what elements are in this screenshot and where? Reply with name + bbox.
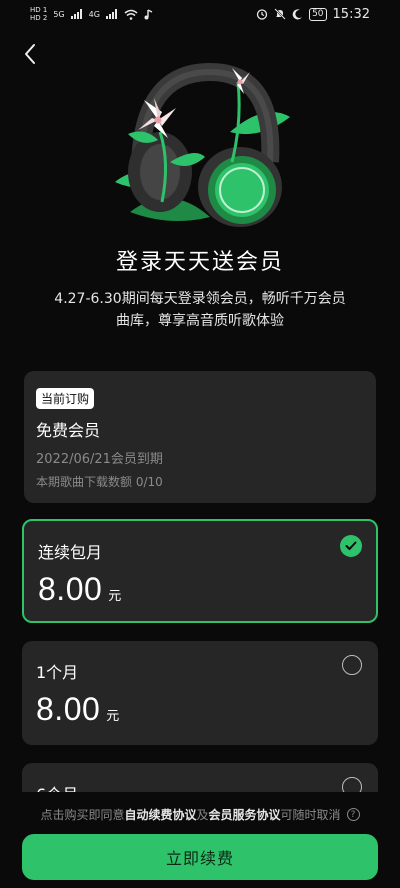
wifi-icon xyxy=(124,9,138,20)
battery-indicator: 50 xyxy=(309,7,327,21)
current-subscription-card: 当前订购 免费会员 2022/06/21会员到期 本期歌曲下载数额 0/10 xyxy=(24,371,376,503)
status-right: 50 15:32 xyxy=(256,7,370,22)
signal-bars-2-icon xyxy=(105,9,117,19)
signal-4g-label: 4G xyxy=(88,9,100,19)
alarm-icon xyxy=(256,9,268,20)
service-agreement-link[interactable]: 会员服务协议 xyxy=(209,806,281,823)
signal-bars-icon xyxy=(70,9,82,19)
back-button[interactable] xyxy=(16,40,44,68)
signal-5g-label: 5G xyxy=(53,9,65,19)
current-badge: 当前订购 xyxy=(36,388,95,409)
plan-name: 连续包月 xyxy=(38,543,103,562)
help-icon[interactable]: ? xyxy=(346,808,360,821)
agreement-suffix: 可随时取消 xyxy=(280,808,341,822)
page-description: 4.27-6.30期间每天登录领会员，畅听千万会员曲库，尊享高音质听歌体验 xyxy=(54,291,346,329)
footer: 点击购买即同意 自动续费协议 及 会员服务协议 可随时取消 ? 立即续费 xyxy=(0,792,400,888)
renew-now-button[interactable]: 立即续费 xyxy=(22,834,378,880)
price-value: 8.00 xyxy=(36,691,101,727)
mute-icon xyxy=(274,8,286,20)
price-unit: 元 xyxy=(106,709,120,724)
checkmark-icon xyxy=(340,535,362,557)
plan-option-monthly-auto[interactable]: 连续包月 8.00 元 xyxy=(22,519,378,623)
chevron-left-icon xyxy=(25,44,35,64)
hd-1-label: HD 1 xyxy=(30,6,48,14)
price-unit: 元 xyxy=(108,589,122,604)
plan-option-1-month[interactable]: 1个月 8.00 元 xyxy=(22,641,378,745)
page-title: 登录天天送会员 xyxy=(115,250,284,275)
hd-indicator: HD 1 HD 2 xyxy=(30,6,47,22)
plan-price: 8.00 元 xyxy=(36,691,364,728)
current-plan-name: 免费会员 xyxy=(36,421,101,440)
agreement-prefix: 点击购买即同意 xyxy=(40,808,125,822)
expiry-date: 2022/06/21会员到期 xyxy=(36,452,163,467)
price-value: 8.00 xyxy=(38,571,103,607)
agreement-text: 点击购买即同意 自动续费协议 及 会员服务协议 可随时取消 ? xyxy=(0,806,400,823)
status-bar: HD 1 HD 2 5G 4G 50 15:32 xyxy=(0,0,400,28)
download-quota: 本期歌曲下载数额 0/10 xyxy=(36,475,163,489)
clock: 15:32 xyxy=(332,6,370,22)
headphones-illustration xyxy=(115,62,290,227)
plan-price: 8.00 元 xyxy=(38,571,362,608)
music-note-icon xyxy=(144,8,153,19)
dnd-icon xyxy=(292,8,303,19)
auto-renew-agreement-link[interactable]: 自动续费协议 xyxy=(124,806,196,823)
radio-unselected-icon xyxy=(342,655,362,675)
hd-2-label: HD 2 xyxy=(30,14,48,22)
plan-name: 1个月 xyxy=(36,663,79,682)
status-left: HD 1 HD 2 5G 4G xyxy=(30,6,153,22)
agreement-and: 及 xyxy=(196,808,209,822)
